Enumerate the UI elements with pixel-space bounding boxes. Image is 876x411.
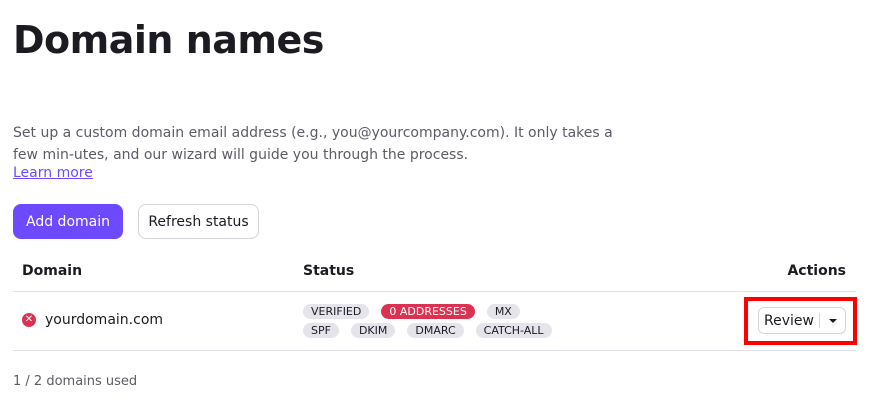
intro-text: Set up a custom domain email address (e.… — [13, 122, 613, 166]
error-icon: ✕ — [22, 313, 36, 327]
status-badge: CATCH-ALL — [475, 323, 552, 338]
status-badge: VERIFIED — [303, 304, 370, 319]
status-badge: DMARC — [407, 323, 464, 338]
domain-cell: ✕ yourdomain.com — [22, 312, 163, 328]
domain-usage-count: 1 / 2 domains used — [13, 374, 138, 389]
status-badge: MX — [486, 304, 520, 319]
refresh-status-button[interactable]: Refresh status — [138, 204, 259, 239]
learn-more-link[interactable]: Learn more — [13, 163, 93, 183]
status-badges-row-2: SPF DKIM DMARC CATCH-ALL — [303, 323, 552, 338]
add-domain-button[interactable]: Add domain — [13, 204, 123, 239]
highlight-annotation — [744, 297, 857, 345]
table-divider — [13, 350, 856, 351]
page-title: Domain names — [13, 18, 324, 62]
domain-name: yourdomain.com — [45, 312, 164, 328]
intro-text-content: Set up a custom domain email address (e.… — [13, 125, 613, 163]
status-badge: DKIM — [350, 323, 396, 338]
table-divider — [13, 291, 856, 292]
column-header-status: Status — [303, 263, 355, 279]
status-badges-row-1: VERIFIED 0 ADDRESSES MX — [303, 304, 520, 319]
column-header-domain: Domain — [22, 263, 83, 279]
status-badge: SPF — [303, 323, 339, 338]
status-badge-danger: 0 ADDRESSES — [381, 304, 475, 319]
column-header-actions: Actions — [787, 263, 846, 279]
